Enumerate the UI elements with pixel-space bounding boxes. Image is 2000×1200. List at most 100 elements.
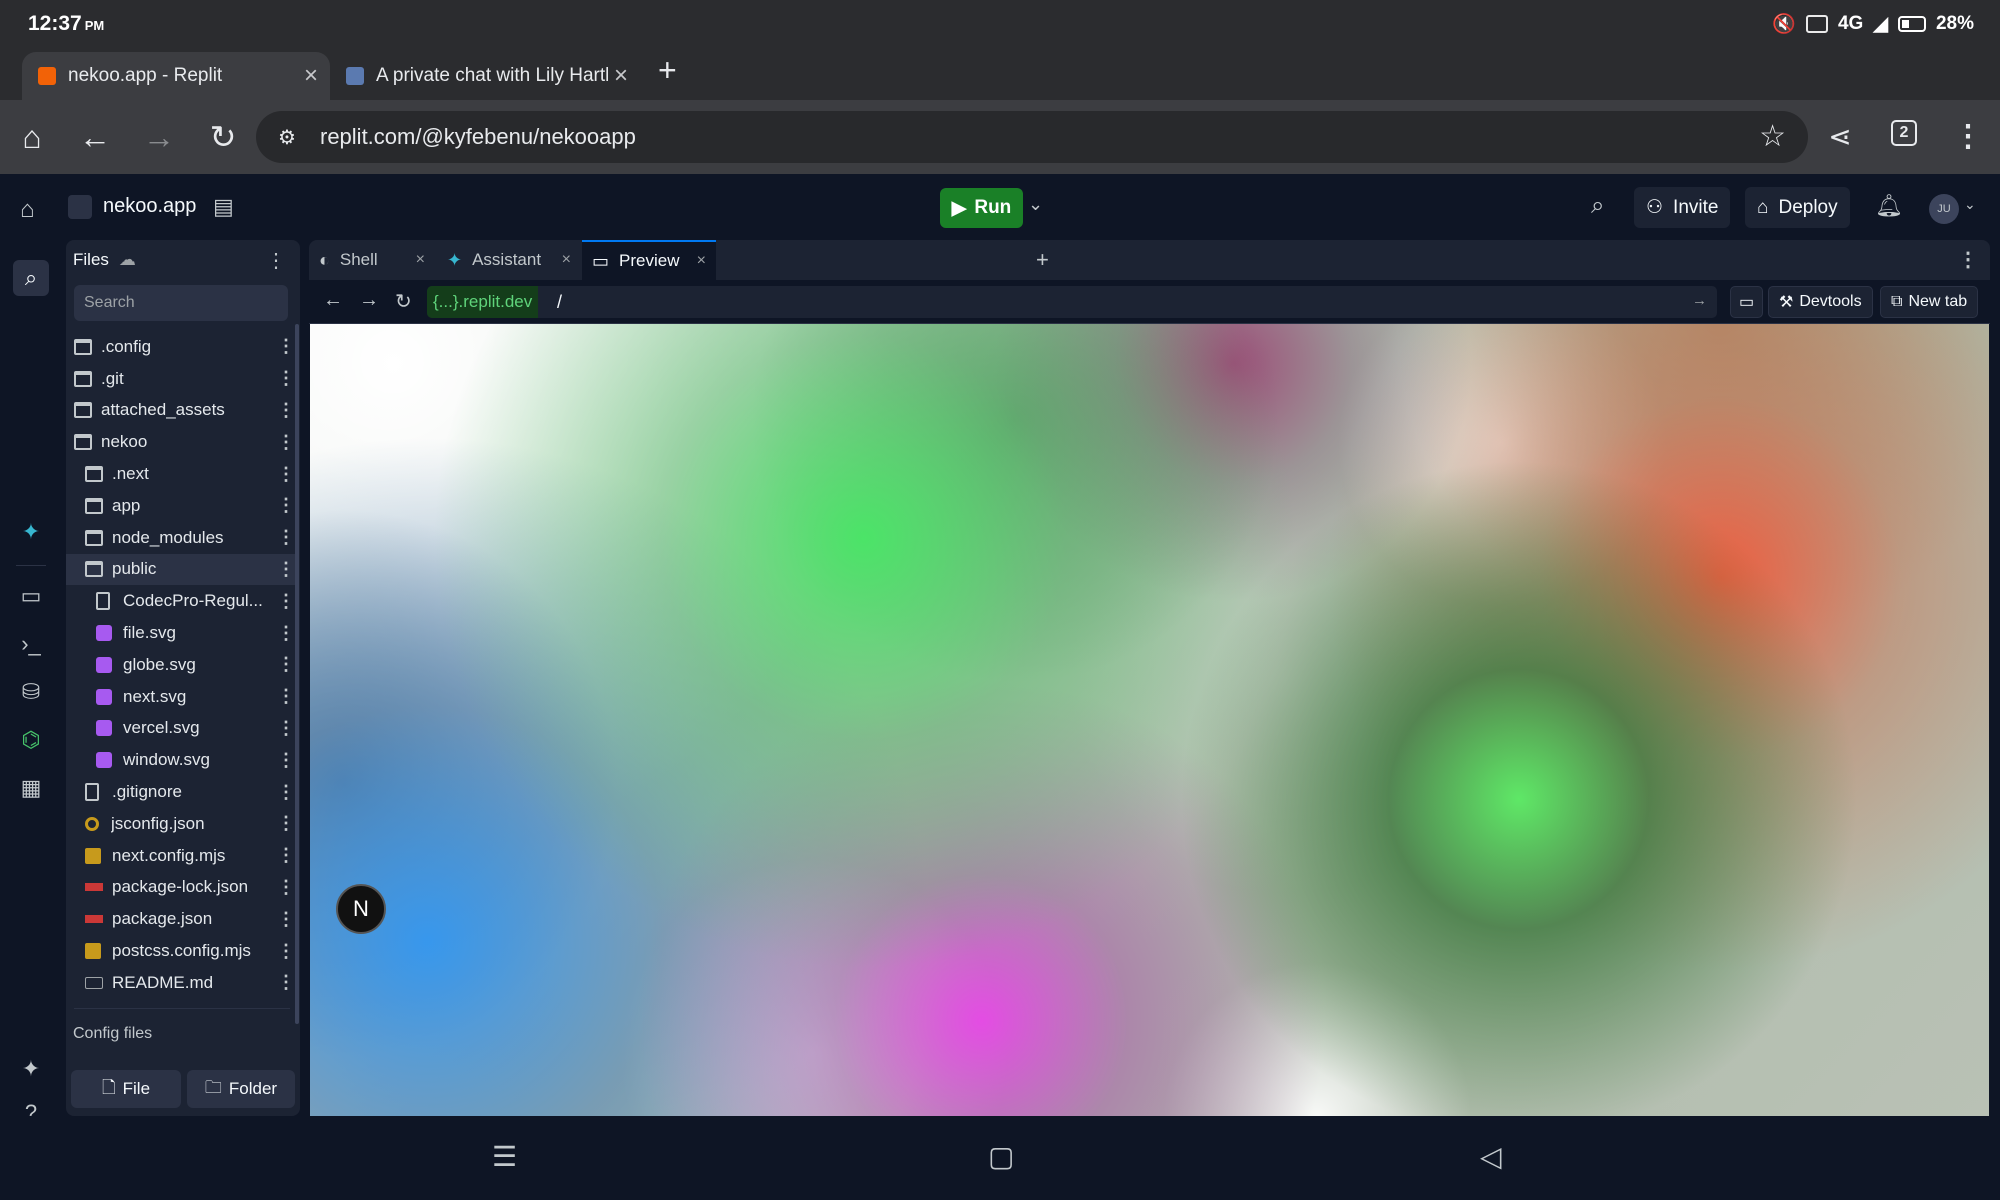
home-icon[interactable]: ⌂ [13,118,51,156]
url-text[interactable]: replit.com/@kyfebenu/nekooapp [320,124,636,150]
repl-name[interactable]: nekoo.app [103,195,196,218]
file-tree-row[interactable]: vercel.svg ⋮ [66,713,298,745]
back-triangle-icon[interactable]: ◁ [1480,1140,1502,1173]
tab-assistant[interactable]: ✦ Assistant × [437,240,581,280]
deploy-button[interactable]: ⌂ Deploy [1745,187,1850,228]
close-tab-icon[interactable]: × [562,251,571,269]
bookmark-star-icon[interactable]: ☆ [1759,119,1786,154]
database-tool-icon[interactable]: ⛁ [13,674,49,710]
external-link-icon: ⧉ [1891,293,1903,310]
file-tree-row[interactable]: .next ⋮ [66,458,298,490]
preview-back-icon[interactable]: ← [323,289,343,312]
preview-reload-icon[interactable]: ↻ [395,289,412,314]
file-tree-row[interactable]: .git ⋮ [66,363,298,395]
close-tab-icon[interactable]: × [614,62,628,90]
file-tree-row[interactable]: .gitignore ⋮ [66,776,298,808]
new-folder-button[interactable]: 🗀 Folder [187,1070,295,1108]
devtools-button[interactable]: ⚒ Devtools [1768,286,1873,318]
replit-dev-domain[interactable]: {...}.replit.dev [427,286,539,318]
repl-info-icon[interactable]: ▤ [213,194,234,220]
web-preview[interactable]: N [310,324,1989,1116]
svg-file-icon [96,720,112,737]
file-tree-row[interactable]: CodecPro-Regul... ⋮ [66,585,298,617]
tab-label: Assistant [472,250,542,269]
files-menu-icon[interactable]: ⋮ [266,248,286,273]
file-tree-row[interactable]: next.svg ⋮ [66,681,298,713]
tab-shell[interactable]: ◐ Shell × [309,240,435,280]
close-tab-icon[interactable]: × [697,252,706,270]
tab-preview[interactable]: ▭ Preview × [582,240,716,280]
shell-tool-icon[interactable]: ›_ [13,626,49,662]
file-tree-row[interactable]: package-lock.json ⋮ [66,872,298,904]
file-tree-row[interactable]: node_modules ⋮ [66,522,298,554]
reload-icon[interactable]: ↻ [204,118,242,156]
file-tree-scrollbar[interactable] [295,324,299,1024]
recents-menu-icon[interactable]: ☰ [492,1140,517,1173]
new-file-button[interactable]: 🗋 File [71,1070,181,1108]
file-tree-row[interactable]: attached_assets ⋮ [66,395,298,427]
file-name: .config [101,336,152,356]
pane-menu-icon[interactable]: ⋮ [1958,247,1978,272]
tab-switcher-button[interactable]: 2 [1891,120,1917,146]
add-tab-icon[interactable]: + [1036,247,1049,273]
file-tree-row[interactable]: window.svg ⋮ [66,744,298,776]
repl-icon[interactable] [68,195,92,219]
file-name: package-lock.json [112,877,249,897]
file-tree-row[interactable]: public ⋮ [66,553,298,586]
close-tab-icon[interactable]: × [304,62,318,90]
browser-menu-icon[interactable]: ⋮ [1949,118,1987,156]
file-tree-row[interactable]: .config ⋮ [66,331,298,363]
open-new-tab-button[interactable]: ⧉ New tab [1880,286,1979,318]
preview-tool-icon[interactable]: ▭ [13,578,49,614]
run-button[interactable]: ▶ Run [940,188,1023,228]
assistant-tool-icon[interactable]: ✦ [13,514,49,550]
search-icon[interactable]: ⌕ [1591,192,1604,220]
folder-icon [74,338,92,355]
preview-url-field[interactable]: {...}.replit.dev / → [427,286,1717,318]
notifications-bell-icon[interactable]: 🔔︎ [1875,193,1903,219]
sparkle-icon[interactable]: ✦ [13,1051,49,1087]
deployments-tool-icon[interactable]: ⌬ [13,722,49,758]
preview-forward-icon[interactable]: → [359,289,379,312]
close-tab-icon[interactable]: × [416,251,425,269]
browser-tab-replit[interactable]: nekoo.app - Replit × [22,52,330,100]
go-arrow-icon[interactable]: → [1692,292,1707,309]
user-avatar[interactable]: JU [1929,194,1959,224]
all-tools-grid-icon[interactable]: ▦ [13,770,49,806]
site-settings-icon[interactable]: ⚙ [278,125,296,150]
file-search-input[interactable]: Search [74,285,288,321]
file-tree-row[interactable]: README.md ⋮ [66,967,298,999]
files-tool-icon[interactable]: ⌕ [13,260,49,296]
file-tree-row[interactable]: file.svg ⋮ [66,617,298,649]
new-tab-icon[interactable]: + [658,54,677,86]
replit-header: ⌂ nekoo.app ▤ ▶ Run ⌄ ⌕ ⚇ Invite ⌂ Deplo… [0,174,2000,240]
user-menu-chevron-icon[interactable]: ⌄ [1964,196,1976,213]
file-tree-row[interactable]: globe.svg ⋮ [66,649,298,681]
browser-tab-title: nekoo.app - Replit [68,65,223,86]
file-name: next.config.mjs [112,845,226,865]
browser-tab-chat[interactable]: A private chat with Lily Hartle × [330,52,640,100]
run-options-chevron-icon[interactable]: ⌄ [1028,194,1043,215]
forward-icon[interactable]: → [140,118,178,156]
home-square-icon[interactable]: ▢ [988,1140,1014,1173]
nextjs-dev-badge[interactable]: N [336,884,386,934]
file-tree-row[interactable]: jsconfig.json ⋮ [66,808,298,840]
invite-button[interactable]: ⚇ Invite [1634,187,1731,228]
file-tree-row[interactable]: nekoo ⋮ [66,426,298,458]
file-tree-row[interactable]: next.config.mjs ⋮ [66,840,298,872]
folder-icon [74,402,92,419]
file-tree-row[interactable]: postcss.config.mjs ⋮ [66,935,298,967]
device-preview-button[interactable]: ▭ [1730,286,1764,318]
address-bar[interactable]: ⚙ replit.com/@kyfebenu/nekooapp ☆ [256,111,1808,163]
file-icon [85,783,99,802]
file-name: app [112,495,141,515]
signal-icon: ◢ [1873,13,1888,35]
new-file-icon: 🗋 [101,1077,116,1097]
file-tree-row[interactable]: package.json ⋮ [66,903,298,935]
replit-home-icon[interactable]: ⌂ [20,196,35,224]
share-icon[interactable]: ⋖ [1821,118,1859,156]
file-tree-row[interactable]: app ⋮ [66,490,298,522]
file-name: public [112,559,157,579]
back-icon[interactable]: ← [76,118,114,156]
preview-path[interactable]: / [557,292,562,313]
